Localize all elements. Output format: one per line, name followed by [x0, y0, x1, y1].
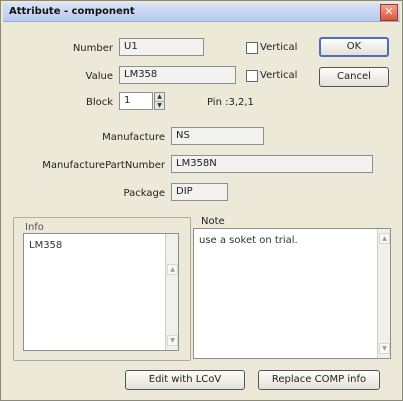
note-box[interactable]: use a soket on trial. ▲ ▼	[193, 228, 391, 359]
info-scrollbar[interactable]: ▲ ▼	[165, 234, 178, 350]
info-box[interactable]: LM358 ▲ ▼	[23, 233, 179, 351]
note-scrollbar[interactable]: ▲ ▼	[377, 229, 390, 358]
cancel-button[interactable]: Cancel	[319, 67, 389, 87]
number-field[interactable]: U1	[119, 38, 204, 56]
value-vertical-checkbox[interactable]	[246, 70, 258, 82]
edit-with-lcov-button[interactable]: Edit with LCoV	[125, 370, 245, 390]
attribute-dialog: Attribute - component ✕ Number U1 Vertic…	[0, 0, 403, 401]
number-vertical-label: Vertical	[260, 42, 298, 53]
note-text: use a soket on trial.	[199, 235, 298, 246]
close-icon[interactable]: ✕	[380, 4, 398, 21]
spin-up-icon[interactable]: ▲	[155, 93, 164, 102]
block-spinner[interactable]: ▲ ▼	[154, 92, 165, 110]
scroll-up-icon[interactable]: ▲	[379, 233, 390, 244]
number-label: Number	[72, 43, 113, 54]
block-field[interactable]: 1	[119, 92, 153, 110]
spin-down-icon[interactable]: ▼	[155, 102, 164, 110]
scroll-down-icon[interactable]: ▼	[379, 343, 390, 354]
title-bar: Attribute - component ✕	[3, 3, 400, 22]
pin-text: Pin :3,2,1	[207, 97, 254, 108]
number-vertical-checkbox[interactable]	[246, 42, 258, 54]
replace-comp-info-button[interactable]: Replace COMP info	[258, 370, 380, 390]
dialog-title: Attribute - component	[9, 6, 135, 17]
value-vertical-label: Vertical	[260, 70, 298, 81]
package-label: Package	[123, 188, 165, 199]
manufacture-label: Manufacture	[102, 132, 165, 143]
manufacture-field[interactable]: NS	[171, 127, 264, 145]
value-field[interactable]: LM358	[119, 66, 236, 84]
value-label: Value	[85, 71, 113, 82]
info-label: Info	[25, 222, 44, 233]
info-text: LM358	[29, 240, 63, 251]
scroll-up-icon[interactable]: ▲	[167, 264, 178, 275]
ok-button[interactable]: OK	[319, 37, 389, 57]
scroll-down-icon[interactable]: ▼	[167, 335, 178, 346]
note-label: Note	[201, 216, 225, 227]
package-field[interactable]: DIP	[171, 183, 228, 201]
part-number-label: ManufacturePartNumber	[42, 160, 165, 171]
block-label: Block	[85, 97, 113, 108]
part-number-field[interactable]: LM358N	[171, 155, 373, 173]
